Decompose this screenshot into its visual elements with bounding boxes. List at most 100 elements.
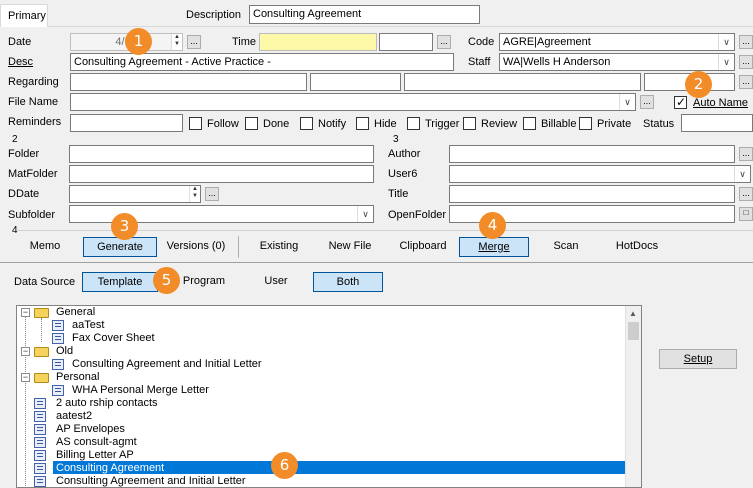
reminders-input[interactable]	[70, 114, 183, 132]
tabs-bottom-line	[0, 262, 753, 263]
reminders-label: Reminders	[8, 116, 62, 128]
date-picker-button[interactable]: ...	[187, 35, 201, 49]
tab-clipboard[interactable]: Clipboard	[395, 237, 451, 257]
tab-primary-label: Primary	[8, 10, 46, 22]
annotation-badge: 2	[685, 71, 712, 98]
data-source-both[interactable]: Both	[313, 272, 383, 292]
follow-checkbox[interactable]	[189, 117, 202, 130]
code-select[interactable]: AGRE|Agreement ∨	[499, 33, 735, 51]
status-input[interactable]	[681, 114, 753, 132]
tab-scan[interactable]: Scan	[544, 237, 588, 257]
desc-input[interactable]: Consulting Agreement - Active Practice -	[70, 53, 454, 71]
hide-label: Hide	[374, 118, 397, 130]
data-source-template[interactable]: Template	[82, 272, 158, 292]
time-secondary-input[interactable]	[379, 33, 433, 51]
tree-item[interactable]: AP Envelopes	[56, 423, 125, 436]
description-input[interactable]: Consulting Agreement	[249, 5, 480, 24]
tab-hotdocs[interactable]: HotDocs	[608, 237, 666, 257]
chevron-down-icon[interactable]: ∨	[734, 166, 750, 182]
section-number-3: 3	[393, 134, 399, 145]
tree-item[interactable]: Consulting Agreement and Initial Letter	[72, 358, 262, 371]
ddate-spinner[interactable]: ▲ ▼	[189, 186, 200, 202]
collapse-toggle[interactable]: −	[21, 308, 30, 317]
hide-checkbox[interactable]	[356, 117, 369, 130]
follow-label: Follow	[207, 118, 239, 130]
user6-select[interactable]: ∨	[449, 165, 751, 183]
tab-versions[interactable]: Versions (0)	[162, 237, 230, 257]
done-checkbox[interactable]	[245, 117, 258, 130]
staff-label: Staff	[468, 56, 491, 68]
chevron-down-icon[interactable]: ∨	[619, 94, 635, 110]
tab-existing[interactable]: Existing	[253, 237, 305, 257]
open-folder-button[interactable]: □	[739, 207, 753, 221]
user6-label: User6	[388, 168, 418, 180]
regarding-lookup-button[interactable]: ...	[739, 75, 753, 89]
tree-item[interactable]: Consulting Agreement and Initial Letter	[56, 475, 246, 487]
collapse-toggle[interactable]: −	[21, 347, 30, 356]
chevron-down-icon[interactable]: ∨	[357, 206, 373, 222]
setup-button[interactable]: Setup	[659, 349, 737, 369]
regarding-input-1[interactable]	[70, 73, 307, 91]
annotation-badge: 3	[111, 213, 138, 240]
tree-item[interactable]: 2 auto rship contacts	[56, 397, 158, 410]
tree-folder-general[interactable]: General	[56, 306, 95, 319]
document-icon	[34, 463, 46, 474]
document-icon	[34, 411, 46, 422]
auto-name-checkbox[interactable]	[674, 95, 687, 109]
file-name-select[interactable]: ∨	[70, 93, 636, 111]
file-name-label: File Name	[8, 96, 59, 108]
ddate-picker-button[interactable]: ...	[205, 187, 219, 201]
tab-memo[interactable]: Memo	[20, 237, 70, 257]
code-lookup-button[interactable]: ...	[739, 35, 753, 49]
section-number-4: 4	[12, 225, 18, 236]
tree-item[interactable]: aaTest	[72, 319, 104, 332]
time-input[interactable]	[259, 33, 377, 51]
title-input[interactable]	[449, 185, 735, 203]
annotation-badge: 6	[271, 452, 298, 479]
tree-item[interactable]: Fax Cover Sheet	[72, 332, 155, 345]
document-icon	[52, 385, 64, 396]
template-tree[interactable]: − General aaTest Fax Cover Sheet − Old C…	[16, 305, 642, 488]
title-lookup-button[interactable]: ...	[739, 187, 753, 201]
file-name-browse-button[interactable]: ...	[640, 95, 654, 109]
scroll-up-arrow[interactable]: ▲	[629, 309, 637, 318]
data-source-program[interactable]: Program	[178, 272, 230, 292]
chevron-down-icon[interactable]: ∨	[718, 54, 734, 70]
private-checkbox[interactable]	[579, 117, 592, 130]
tree-item[interactable]: WHA Personal Merge Letter	[72, 384, 209, 397]
tab-new-file[interactable]: New File	[322, 237, 378, 257]
author-input[interactable]	[449, 145, 735, 163]
date-spinner[interactable]: ▲ ▼	[171, 34, 182, 50]
data-source-user[interactable]: User	[256, 272, 296, 292]
tab-merge[interactable]: Merge	[459, 237, 529, 257]
tree-item[interactable]: aatest2	[56, 410, 92, 423]
chevron-down-icon[interactable]: ∨	[718, 34, 734, 50]
scroll-thumb[interactable]	[628, 322, 639, 340]
tree-folder-old[interactable]: Old	[56, 345, 73, 358]
folder-input[interactable]	[69, 145, 374, 163]
ddate-label: DDate	[8, 188, 40, 200]
notify-checkbox[interactable]	[300, 117, 313, 130]
trigger-checkbox[interactable]	[407, 117, 420, 130]
staff-select[interactable]: WA|Wells H Anderson ∨	[499, 53, 735, 71]
document-icon	[34, 450, 46, 461]
ddate-input[interactable]: ▲ ▼	[69, 185, 201, 203]
tree-scrollbar[interactable]: ▲	[625, 306, 641, 487]
time-picker-button[interactable]: ...	[437, 35, 451, 49]
author-lookup-button[interactable]: ...	[739, 147, 753, 161]
review-checkbox[interactable]	[463, 117, 476, 130]
tab-generate[interactable]: Generate	[83, 237, 157, 257]
tree-folder-personal[interactable]: Personal	[56, 371, 99, 384]
staff-lookup-button[interactable]: ...	[739, 55, 753, 69]
document-icon	[34, 437, 46, 448]
regarding-input-2[interactable]	[310, 73, 401, 91]
tree-item-selected-label[interactable]: Consulting Agreement	[56, 462, 164, 475]
tab-primary[interactable]: Primary	[0, 4, 48, 27]
collapse-toggle[interactable]: −	[21, 373, 30, 382]
regarding-input-3[interactable]	[404, 73, 641, 91]
tree-item[interactable]: AS consult-agmt	[56, 436, 137, 449]
matfolder-input[interactable]	[69, 165, 374, 183]
folder-icon	[34, 308, 49, 318]
billable-checkbox[interactable]	[523, 117, 536, 130]
tab-separator	[238, 236, 239, 258]
